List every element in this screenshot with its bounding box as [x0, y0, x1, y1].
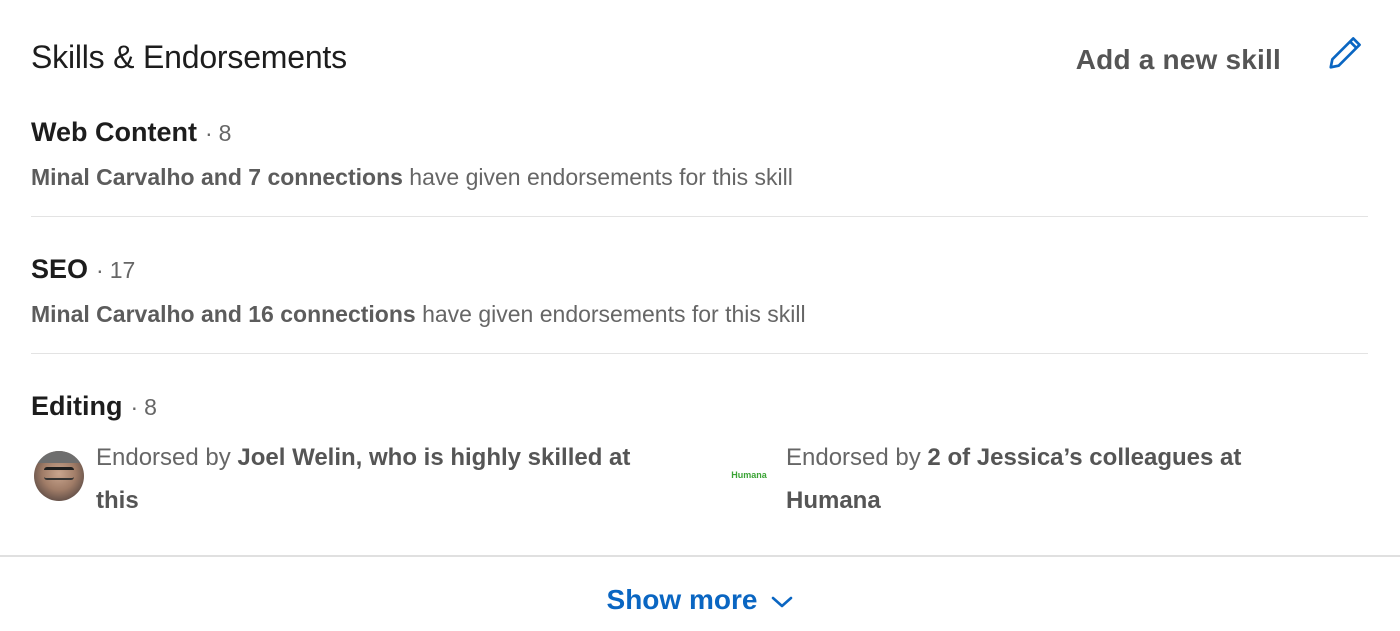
avatar-hair — [34, 451, 84, 463]
separator-dot: · — [96, 257, 104, 283]
section-title: Skills & Endorsements — [31, 39, 347, 75]
divider — [31, 353, 1368, 354]
separator-dot: · — [130, 394, 139, 420]
show-more-button[interactable]: Show more — [0, 580, 1400, 620]
company-logo[interactable]: Humana — [722, 465, 776, 485]
add-skill-button[interactable]: Add a new skill — [1076, 42, 1281, 78]
endorser-name: Joel Welin, who is highly skilled at — [237, 444, 631, 471]
endorsers-names: Minal Carvalho and 7 connections — [31, 164, 403, 190]
pencil-icon[interactable] — [1326, 34, 1364, 72]
chevron-down-icon — [772, 596, 793, 607]
endorsed-by-prefix: Endorsed by — [786, 444, 928, 471]
endorsement-text: have given endorsements for this skill — [402, 164, 793, 190]
skill-name[interactable]: Editing — [31, 391, 122, 421]
skill-name-line: SEO · 17 — [31, 253, 1368, 286]
skill-name-line: Web Content · 8 — [31, 116, 1368, 149]
footer-divider — [0, 555, 1400, 557]
colleagues-endorsement: 2 of Jessica’s colleagues at — [927, 444, 1242, 471]
company-name: Humana — [786, 487, 881, 514]
skill-name[interactable]: Web Content — [31, 117, 197, 147]
endorsement-count[interactable]: 8 — [144, 394, 157, 420]
avatar-glasses — [44, 467, 74, 480]
endorsement-count[interactable]: 8 — [219, 120, 232, 146]
separator-dot: · — [204, 120, 213, 146]
skill-name[interactable]: SEO — [31, 254, 88, 284]
skill-name-line: Editing · 8 — [31, 390, 1368, 423]
avatar[interactable] — [34, 451, 84, 501]
skills-endorsements-card: Skills & Endorsements Add a new skill We… — [0, 0, 1400, 631]
endorsement-highlight[interactable]: Endorsed by 2 of Jessica’s colleagues at… — [786, 436, 1241, 522]
skill-item-seo: SEO · 17 Minal Carvalho and 16 connections… — [31, 253, 1368, 328]
endorsement-text: have given endorsements for this skill — [415, 301, 806, 327]
endorsement-summary[interactable]: Minal Carvalho and 7 connections have gi… — [31, 163, 1368, 191]
show-more-label: Show more — [606, 584, 758, 615]
endorsers-names: Minal Carvalho and 16 connections — [31, 301, 416, 327]
endorsement-summary[interactable]: Minal Carvalho and 16 connections have g… — [31, 300, 1368, 328]
endorsement-highlight[interactable]: Endorsed by Joel Welin, who is highly sk… — [96, 436, 630, 522]
skill-item-editing: Editing · 8 — [31, 390, 1368, 423]
divider — [31, 216, 1368, 217]
skill-item-web-content: Web Content · 8 Minal Carvalho and 7 conne… — [31, 116, 1368, 191]
endorsement-count[interactable]: 17 — [110, 257, 136, 283]
endorsed-by-prefix: Endorsed by — [96, 444, 238, 471]
endorser-name-cont: this — [96, 487, 139, 514]
